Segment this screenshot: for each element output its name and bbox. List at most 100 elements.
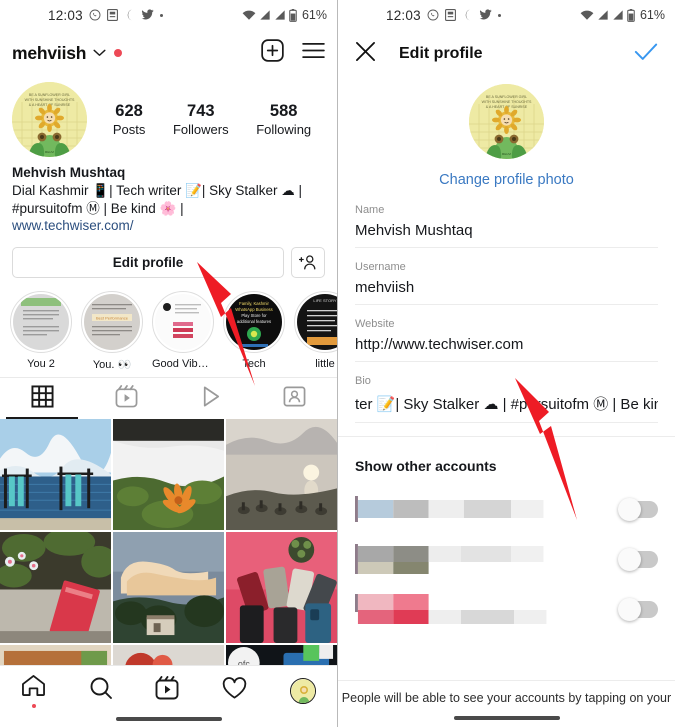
bio-line-1: Dial Kashmir 📱| Tech writer 📝| Sky Stalk… [12,182,302,198]
account-row[interactable] [338,534,675,584]
tab-tagged[interactable] [253,378,337,419]
account-name-blurred [355,544,620,574]
svg-text:additional features: additional features [237,319,271,324]
search-icon [89,676,113,705]
status-bar-right: 12:03 61% [338,0,675,30]
stat-followers[interactable]: 743 Followers [173,102,229,137]
close-x-icon[interactable] [355,41,376,67]
svg-text:Best Performance: Best Performance [96,316,129,321]
twitter-icon [141,9,154,21]
new-activity-dot [114,49,123,57]
note-icon [106,9,118,21]
svg-text:WhatsApp Business: WhatsApp Business [235,307,272,312]
name-input[interactable]: Mehvish Mushtaq [355,222,658,239]
tab-grid[interactable] [0,378,84,420]
nav-home[interactable] [21,674,46,708]
field-name[interactable]: Name Mehvish Mushtaq [355,204,658,248]
profile-photo-section: BE A SUNFLOWER GIRL WITH SUNSHINE THOUGH… [338,77,675,188]
stat-posts[interactable]: 628 Posts [113,102,146,137]
svg-text:Family, Kashmir: Family, Kashmir [239,301,269,306]
highlight-label: You 2 [27,358,55,371]
highlight-label: little [315,358,335,371]
bio-input[interactable]: ter 📝| Sky Stalker ☁ | #pursuitofm Ⓜ | B… [355,393,658,414]
profile-header: mehviish [0,30,337,76]
account-name-blurred [355,494,620,524]
bottom-navigation [0,665,337,727]
account-row[interactable] [338,484,675,534]
reels-icon [155,676,179,705]
dnd-moon-icon [124,9,135,21]
avatar[interactable]: BE A SUNFLOWER GIRL WITH SUNSHINE THOUGH… [469,84,544,159]
following-label: Following [256,122,312,137]
svg-text:MEHVI: MEHVI [502,152,512,156]
svg-text:BE A SUNFLOWER GIRL: BE A SUNFLOWER GIRL [486,95,527,99]
signal-icon [274,9,286,21]
profile-username[interactable]: mehviish [12,43,86,64]
field-label: Username [355,261,406,273]
home-indicator [115,717,222,721]
toggle-knob [618,497,641,521]
edit-profile-button[interactable]: Edit profile [12,247,284,279]
avatar[interactable]: BE A SUNFLOWER GIRL WITH SUNSHINE THOUGH… [12,82,87,157]
stat-following[interactable]: 588 Following [256,102,311,137]
grid-photo[interactable] [113,419,224,531]
profile-action-buttons: Edit profile [0,235,337,279]
highlight-item[interactable]: Good Vibes O... [152,291,214,371]
field-website[interactable]: Website http://www.techwiser.com [355,318,658,362]
followers-count: 743 [187,102,215,120]
grid-photo[interactable] [113,532,224,644]
chevron-down-icon[interactable] [93,49,106,57]
grid-photo[interactable] [226,419,337,531]
profile-summary-row: BE A SUNFLOWER GIRL WITH SUNSHINE THOUGH… [0,76,337,157]
field-username[interactable]: Username mehviish [355,261,658,305]
checkmark-icon[interactable] [634,42,658,66]
highlight-item[interactable]: Best Performance You. 👀 [81,291,143,371]
grid-photo[interactable] [0,419,111,531]
signal-icon [612,9,624,21]
battery-icon [627,8,635,22]
wifi-icon [580,9,594,21]
bio-line-2: #pursuitofm Ⓜ | Be kind 🌸 | [12,200,184,216]
nav-profile[interactable] [289,677,316,704]
change-profile-photo-button[interactable]: Change profile photo [439,172,574,188]
page-title: Edit profile [399,44,483,62]
battery-percent: 61% [639,8,665,22]
grid-photo[interactable] [0,532,111,644]
nav-activity[interactable] [222,676,247,705]
account-name-blurred [355,594,620,624]
highlight-item[interactable]: LIFE STORY little [294,291,337,371]
nav-reels[interactable] [155,676,179,705]
profile-stats: 628 Posts 743 Followers 588 Following [87,102,325,137]
twitter-icon [479,9,492,21]
battery-percent: 61% [301,8,327,22]
grid-photo[interactable] [226,532,337,644]
story-highlights: You 2 Best Performance You. 👀 Good Vibes… [0,278,337,377]
highlight-label: You. 👀 [92,359,132,372]
account-toggle[interactable] [618,597,658,621]
reels-icon [115,384,138,413]
hamburger-icon[interactable] [302,42,325,64]
tab-reels[interactable] [84,378,168,419]
home-indicator [453,716,560,720]
video-play-icon [198,384,223,414]
plus-box-icon[interactable] [261,39,284,67]
status-time: 12:03 [48,7,83,23]
username-input[interactable]: mehviish [355,279,658,296]
nav-search[interactable] [89,676,113,705]
svg-text:MEHVI: MEHVI [45,150,55,154]
account-toggle[interactable] [618,547,658,571]
bio-website-link[interactable]: www.techwiser.com/ [12,217,325,235]
highlight-item[interactable]: You 2 [10,291,72,371]
dnd-moon-icon [462,9,473,21]
account-toggle[interactable] [618,497,658,521]
website-input[interactable]: http://www.techwiser.com [355,336,658,353]
highlight-item[interactable]: Family, Kashmir WhatsApp Business Play S… [223,291,285,371]
add-person-icon[interactable] [291,247,325,279]
field-bio[interactable]: Bio ter 📝| Sky Stalker ☁ | #pursuitofm Ⓜ… [355,375,658,423]
tab-video[interactable] [169,378,253,419]
home-icon [21,674,46,702]
note-icon [444,9,456,21]
profile-bio: Mehvish Mushtaq Dial Kashmir 📱| Tech wri… [0,157,337,235]
status-bar-left: 12:03 61% [0,0,337,30]
account-row[interactable] [338,584,675,634]
